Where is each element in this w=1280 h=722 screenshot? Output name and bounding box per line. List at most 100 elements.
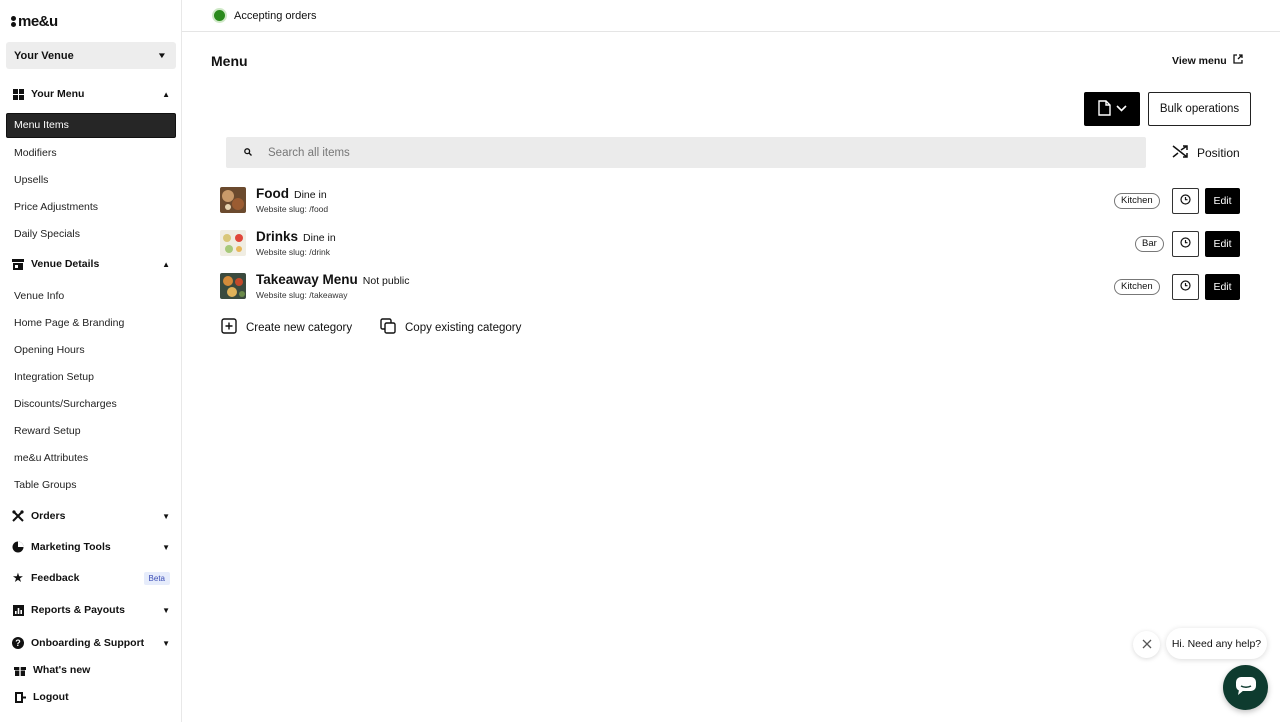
logo-mark-icon <box>11 16 16 27</box>
nav-section-marketing-tools[interactable]: Marketing Tools ▼ <box>12 538 170 556</box>
bar-chart-icon <box>12 604 24 616</box>
star-icon: ★ <box>12 570 24 585</box>
app-logo[interactable]: me&u <box>11 13 58 30</box>
chat-launcher-button[interactable] <box>1223 665 1268 710</box>
nav-section-reports-payouts[interactable]: Reports & Payouts ▼ <box>12 601 170 619</box>
plus-square-icon <box>221 318 237 337</box>
chevron-down-icon: ▼ <box>156 51 168 60</box>
sidebar-item-table-groups[interactable]: Table Groups <box>14 478 76 492</box>
sidebar-item-modifiers[interactable]: Modifiers <box>14 146 57 160</box>
category-thumbnail <box>220 230 246 256</box>
document-icon <box>1097 99 1111 119</box>
grid-icon <box>12 88 24 100</box>
search-icon <box>244 147 252 159</box>
sidebar-item-integration-setup[interactable]: Integration Setup <box>14 370 94 384</box>
venue-name: Your Venue <box>14 49 74 62</box>
external-link-icon <box>1233 54 1243 67</box>
category-slug: Website slug: /takeaway <box>256 290 348 300</box>
nav-section-label: Venue Details <box>31 258 100 270</box>
sidebar-item-price-adjustments[interactable]: Price Adjustments <box>14 200 98 214</box>
category-title[interactable]: Food Dine in <box>256 186 327 201</box>
create-category-label: Create new category <box>246 321 353 334</box>
nav-section-onboarding-support[interactable]: ? Onboarding & Support ▼ <box>12 634 170 652</box>
cutlery-icon <box>12 510 24 522</box>
category-thumbnail <box>220 273 246 299</box>
sidebar-item-upsells[interactable]: Upsells <box>14 173 48 187</box>
logout-icon <box>14 691 26 703</box>
chevron-down-icon <box>1115 103 1127 115</box>
category-title[interactable]: Takeaway Menu Not public <box>256 272 410 287</box>
chevron-down-icon: ▼ <box>162 605 170 615</box>
svg-text:?: ? <box>15 638 21 648</box>
chevron-down-icon: ▼ <box>162 542 170 552</box>
category-slug: Website slug: /drink <box>256 247 331 257</box>
sidebar: me&u Your Venue ▼ Your Menu ▲ Menu Items… <box>0 0 182 722</box>
order-status-text[interactable]: Accepting orders <box>234 10 317 22</box>
logo-text: me&u <box>18 13 58 30</box>
nav-section-your-menu[interactable]: Your Menu ▲ <box>12 85 170 103</box>
schedule-button[interactable] <box>1172 188 1199 214</box>
category-name: Food <box>256 186 289 201</box>
copy-category-button[interactable]: Copy existing category <box>380 318 521 337</box>
nav-section-venue-details[interactable]: Venue Details ▲ <box>12 255 170 273</box>
status-indicator-icon <box>212 8 227 23</box>
help-circle-icon: ? <box>12 637 24 649</box>
document-dropdown-button[interactable] <box>1084 92 1140 126</box>
nav-item-logout[interactable]: Logout <box>14 688 172 706</box>
nav-section-label: Orders <box>31 510 66 522</box>
sidebar-item-meu-attributes[interactable]: me&u Attributes <box>14 451 88 465</box>
chevron-down-icon: ▼ <box>162 511 170 521</box>
category-title[interactable]: Drinks Dine in <box>256 229 336 244</box>
station-badge: Bar <box>1135 236 1164 252</box>
nav-section-feedback[interactable]: ★ Feedback Beta <box>12 569 170 587</box>
edit-button[interactable]: Edit <box>1205 188 1240 214</box>
nav-item-label: Logout <box>33 691 69 703</box>
pie-chart-icon <box>12 541 24 553</box>
copy-icon <box>380 318 396 337</box>
beta-badge: Beta <box>143 571 170 585</box>
sidebar-item-opening-hours[interactable]: Opening Hours <box>14 343 85 357</box>
bulk-operations-button[interactable]: Bulk operations <box>1148 92 1251 126</box>
nav-section-label: Marketing Tools <box>31 541 111 553</box>
sidebar-item-venue-info[interactable]: Venue Info <box>14 289 64 303</box>
close-icon <box>1142 637 1152 652</box>
view-menu-link[interactable]: View menu <box>1172 54 1243 67</box>
clock-icon <box>1180 280 1191 294</box>
close-help-button[interactable] <box>1133 631 1160 658</box>
shuffle-icon <box>1172 144 1189 162</box>
help-message-bubble[interactable]: Hi. Need any help? <box>1166 628 1267 659</box>
nav-section-label: Reports & Payouts <box>31 604 125 616</box>
clock-icon <box>1180 194 1191 208</box>
gift-icon <box>14 664 26 676</box>
search-bar <box>226 137 1146 168</box>
nav-item-whats-new[interactable]: What's new <box>14 661 172 679</box>
nav-section-label: Onboarding & Support <box>31 637 145 649</box>
sidebar-item-daily-specials[interactable]: Daily Specials <box>14 227 80 241</box>
sidebar-item-home-page-branding[interactable]: Home Page & Branding <box>14 316 124 330</box>
schedule-button[interactable] <box>1172 231 1199 257</box>
schedule-button[interactable] <box>1172 274 1199 300</box>
category-name: Drinks <box>256 229 299 244</box>
sidebar-item-reward-setup[interactable]: Reward Setup <box>14 424 81 438</box>
nav-section-label: Feedback <box>31 572 80 584</box>
nav-section-orders[interactable]: Orders ▼ <box>12 507 170 525</box>
storefront-icon <box>12 258 24 270</box>
edit-button[interactable]: Edit <box>1205 274 1240 300</box>
sidebar-item-discounts-surcharges[interactable]: Discounts/Surcharges <box>14 397 117 411</box>
edit-button[interactable]: Edit <box>1205 231 1240 257</box>
copy-category-label: Copy existing category <box>405 321 522 334</box>
sidebar-item-menu-items[interactable]: Menu Items <box>6 113 176 138</box>
venue-selector[interactable]: Your Venue ▼ <box>6 42 176 69</box>
position-label: Position <box>1197 146 1240 160</box>
position-button[interactable]: Position <box>1172 144 1240 162</box>
chevron-down-icon: ▼ <box>162 638 170 648</box>
chat-icon <box>1235 676 1257 699</box>
category-visibility: Dine in <box>294 189 327 201</box>
category-row: Drinks Dine in Website slug: /drink Bar E… <box>220 229 1241 258</box>
category-visibility: Dine in <box>303 232 336 244</box>
category-thumbnail <box>220 187 246 213</box>
create-category-button[interactable]: Create new category <box>221 318 352 337</box>
category-name: Takeaway Menu <box>256 272 358 287</box>
nav-item-label: What's new <box>33 664 91 676</box>
search-input[interactable] <box>268 146 768 159</box>
